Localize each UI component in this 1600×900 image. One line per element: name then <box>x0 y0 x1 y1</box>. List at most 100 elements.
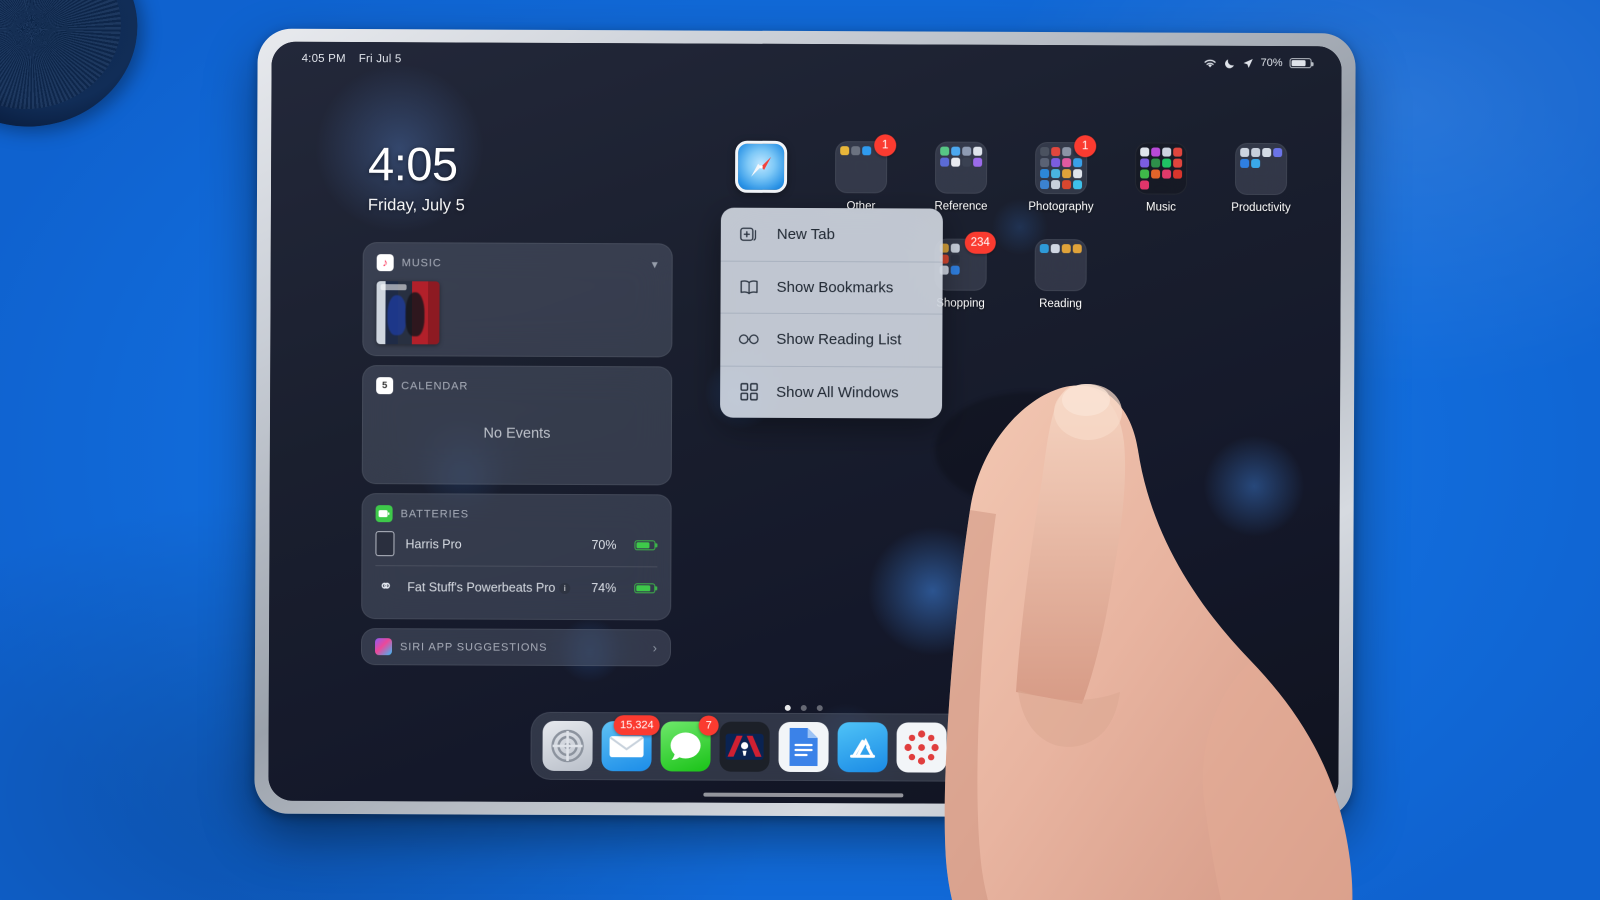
notability-icon[interactable] <box>955 722 1006 773</box>
moon-icon <box>1225 57 1236 68</box>
badge-count: 1 <box>1074 135 1097 158</box>
canvas-logo-icon[interactable] <box>896 722 947 773</box>
status-bar: 4:05 PM Fri Jul 5 70% <box>272 42 1342 81</box>
app-store-icon[interactable] <box>837 722 888 773</box>
siri-widget-title: SIRI APP SUGGESTIONS <box>399 640 548 654</box>
mini-battery-icon <box>634 539 656 550</box>
app-label: Shopping <box>936 297 985 310</box>
app-row-2: 234 Shopping Reading <box>910 212 1341 311</box>
widget-column: ♪ MUSIC ▾ 5 CALENDAR No Events BATTERIES… <box>360 242 673 675</box>
battery-device-name: Fat Stuff's Powerbeats Pro i <box>407 580 580 595</box>
music-widget[interactable]: ♪ MUSIC ▾ <box>362 242 673 358</box>
calendar-empty-text: No Events <box>483 425 551 442</box>
battery-row: Harris Pro 70% <box>375 522 657 566</box>
settings-gear-icon[interactable] <box>542 720 593 772</box>
menu-item-label: Show Reading List <box>776 331 902 349</box>
context-menu[interactable]: New Tab Show Bookmarks Show Reading List… <box>720 207 943 419</box>
dock-item-messages[interactable]: 7 <box>660 715 719 772</box>
clock-date: Friday, July 5 <box>367 196 465 215</box>
dock: 15,324 7 <box>530 711 1077 783</box>
siri-suggestions-widget[interactable]: SIRI APP SUGGESTIONS › <box>360 628 672 667</box>
app-label: Photography <box>1028 200 1094 214</box>
ipad-device: 4:05 PM Fri Jul 5 70% 4:05 Friday, July <box>254 28 1356 819</box>
clock-time: 4:05 <box>368 137 458 191</box>
app-icon-safari[interactable] <box>711 140 811 212</box>
app-row-1: 1 Other Reference 1 Photography Music Pr… <box>711 134 1342 215</box>
badge-count: 1 <box>874 134 897 157</box>
folder-icon[interactable] <box>1135 142 1188 195</box>
safari-compass-icon[interactable] <box>735 140 788 193</box>
status-bar-date: Fri Jul 5 <box>358 53 402 66</box>
app-icon-reference-folder[interactable]: Reference <box>911 141 1011 213</box>
mini-battery-icon <box>634 582 656 593</box>
chevron-right-icon[interactable]: › <box>653 640 657 655</box>
chevron-down-icon[interactable]: ▾ <box>652 257 658 271</box>
badge-count: 15,324 <box>613 715 660 736</box>
calendar-widget[interactable]: 5 CALENDAR No Events <box>361 365 673 486</box>
wifi-icon <box>1203 57 1218 68</box>
music-widget-title: MUSIC <box>401 256 442 269</box>
folder-icon[interactable] <box>1034 239 1087 292</box>
menu-item-label: New Tab <box>776 225 835 243</box>
dock-item-app-store[interactable] <box>837 722 888 773</box>
app-icon-other-folder[interactable]: 1 Other <box>811 134 911 212</box>
clock-widget: 4:05 Friday, July 5 <box>367 137 465 215</box>
album-artwork[interactable] <box>376 281 440 345</box>
menu-item-label: Show Bookmarks <box>776 278 894 297</box>
mlb-logo-icon[interactable] <box>719 721 770 772</box>
glasses-icon <box>738 333 759 346</box>
earbuds-icon: ⚭ <box>378 576 393 596</box>
batteries-widget[interactable]: BATTERIES Harris Pro 70% ⚭ Fat Stuff's P… <box>361 493 672 621</box>
page-dot[interactable] <box>784 704 791 711</box>
calendar-icon: 5 <box>376 377 394 395</box>
battery-device-percent: 70% <box>591 537 617 552</box>
menu-item-label: Show All Windows <box>776 383 899 402</box>
battery-percent-label: 70% <box>1260 56 1283 70</box>
battery-device-percent: 74% <box>591 580 617 595</box>
dock-item-notability[interactable] <box>955 722 1006 773</box>
app-label: Productivity <box>1231 201 1291 215</box>
new-tab-icon <box>739 224 760 243</box>
menu-item-show-all-windows[interactable]: Show All Windows <box>720 365 943 419</box>
menu-item-show-bookmarks[interactable]: Show Bookmarks <box>720 260 943 314</box>
grid-squares-icon <box>738 383 759 401</box>
app-label: Music <box>1145 201 1176 214</box>
app-icon-productivity-folder[interactable]: Productivity <box>1211 142 1311 215</box>
home-indicator[interactable] <box>703 792 904 798</box>
dock-item-paper[interactable] <box>1014 722 1065 774</box>
menu-item-new-tab[interactable]: New Tab <box>721 208 943 261</box>
app-icon-photography-folder[interactable]: 1 Photography <box>1011 135 1111 214</box>
app-icon-music-folder[interactable]: Music <box>1111 142 1211 214</box>
music-note-icon: ♪ <box>376 254 394 272</box>
pencil-icon[interactable] <box>1014 722 1065 774</box>
page-dot[interactable] <box>816 705 823 712</box>
ipad-screen[interactable]: 4:05 PM Fri Jul 5 70% 4:05 Friday, July <box>268 41 1342 806</box>
info-dot-icon: i <box>559 582 571 594</box>
badge-count: 7 <box>698 715 719 736</box>
page-dot[interactable] <box>800 704 807 712</box>
badge-count: 234 <box>964 231 996 254</box>
document-icon[interactable] <box>778 721 829 773</box>
dock-item-settings[interactable] <box>542 720 593 772</box>
battery-device-name: Harris Pro <box>405 536 462 552</box>
battery-row: ⚭ Fat Stuff's Powerbeats Pro i 74% <box>375 565 658 609</box>
batteries-widget-title: BATTERIES <box>400 507 470 521</box>
app-icon-reading-folder[interactable]: Reading <box>1010 239 1110 310</box>
folder-icon[interactable] <box>935 141 988 194</box>
app-label: Reading <box>1039 298 1082 311</box>
dock-item-mail[interactable]: 15,324 <box>601 715 660 772</box>
app-label: Reference <box>934 200 988 213</box>
dock-item-docs[interactable] <box>778 721 829 773</box>
battery-icon <box>1289 58 1312 69</box>
status-bar-time: 4:05 PM <box>301 52 346 65</box>
menu-item-show-reading-list[interactable]: Show Reading List <box>720 312 943 367</box>
ipad-icon <box>375 531 395 557</box>
siri-icon <box>374 638 393 656</box>
book-icon <box>739 278 760 295</box>
front-camera <box>1313 780 1321 788</box>
page-dots[interactable] <box>784 704 823 712</box>
dock-item-canvas[interactable] <box>896 722 947 773</box>
location-arrow-icon <box>1243 57 1254 68</box>
dock-item-mlb[interactable] <box>719 721 770 772</box>
folder-icon[interactable] <box>1235 142 1288 196</box>
